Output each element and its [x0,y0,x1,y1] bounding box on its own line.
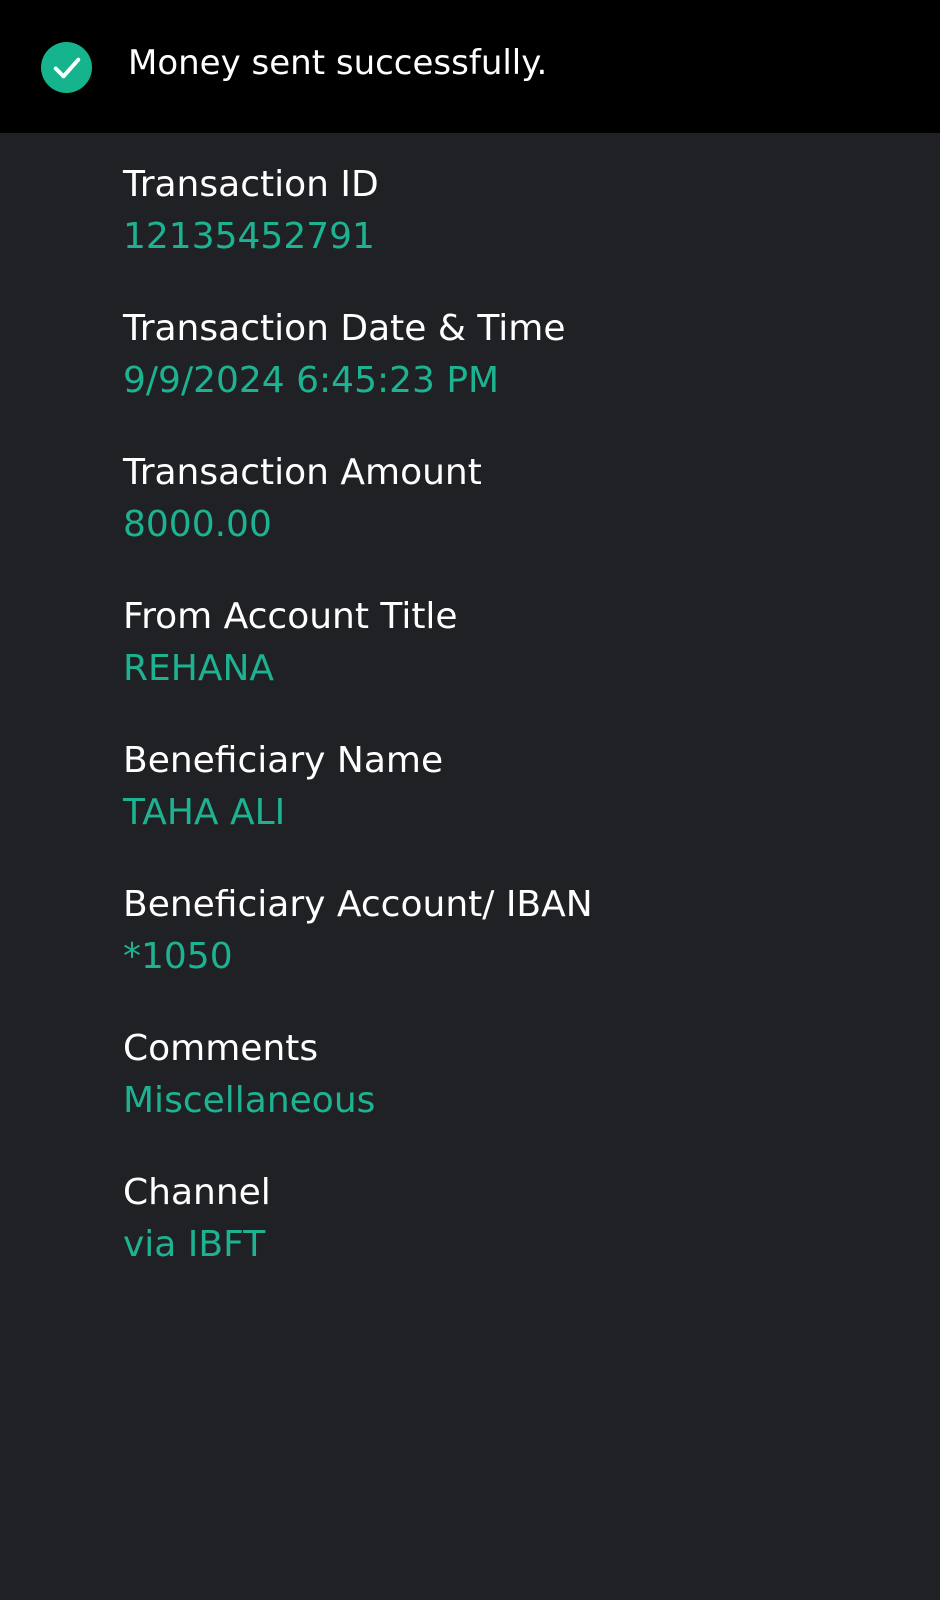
success-message: Money sent successfully. [128,43,548,83]
detail-comments: Comments Miscellaneous [123,1026,903,1170]
detail-beneficiary-account: Beneficiary Account/ IBAN *1050 [123,882,903,1026]
detail-label: Transaction Amount [123,452,482,493]
detail-value: 9/9/2024 6:45:23 PM [123,360,500,401]
check-circle-icon [41,42,92,93]
detail-value: 8000.00 [123,504,272,545]
detail-value: *1050 [123,936,233,977]
detail-channel: Channel via IBFT [123,1170,903,1314]
detail-from-account-title: From Account Title REHANA [123,594,903,738]
detail-label: Transaction Date & Time [123,308,566,349]
detail-value: via IBFT [123,1224,266,1265]
detail-beneficiary-name: Beneficiary Name TAHA ALI [123,738,903,882]
detail-label: Beneficiary Account/ IBAN [123,884,593,925]
detail-label: From Account Title [123,596,458,637]
detail-transaction-id: Transaction ID 12135452791 [123,162,903,306]
detail-value: 12135452791 [123,216,375,257]
detail-transaction-amount: Transaction Amount 8000.00 [123,450,903,594]
detail-label: Channel [123,1172,271,1213]
detail-value: Miscellaneous [123,1080,376,1121]
success-banner: Money sent successfully. [0,0,940,133]
detail-value: REHANA [123,648,275,689]
transaction-details: Transaction ID 12135452791 Transaction D… [123,162,903,1314]
detail-transaction-date-time: Transaction Date & Time 9/9/2024 6:45:23… [123,306,903,450]
detail-value: TAHA ALI [123,792,286,833]
detail-label: Beneficiary Name [123,740,444,781]
detail-label: Transaction ID [123,164,379,205]
detail-label: Comments [123,1028,319,1069]
